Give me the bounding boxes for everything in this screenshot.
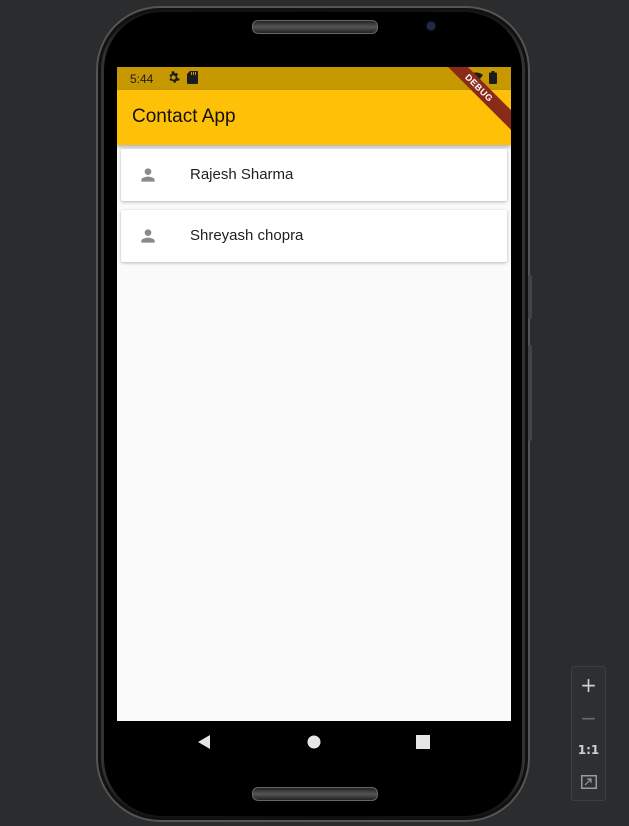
actual-size-button[interactable]: 1:1: [572, 733, 605, 766]
fit-screen-button[interactable]: [572, 765, 605, 798]
back-button[interactable]: [174, 721, 234, 768]
device-screen: 5:44 Contact App DEBUG Rajesh Sharma Shr…: [117, 67, 511, 768]
person-icon: [138, 226, 158, 246]
bottom-speaker: [252, 787, 378, 801]
volume-button[interactable]: [528, 275, 532, 319]
top-speaker: [252, 20, 378, 34]
gear-icon: [167, 71, 180, 87]
home-button[interactable]: [284, 721, 344, 768]
contact-name: Rajesh Sharma: [190, 166, 294, 183]
person-icon: [138, 165, 158, 185]
recents-button[interactable]: [393, 721, 453, 768]
front-camera: [427, 22, 435, 30]
battery-icon: [489, 71, 497, 87]
navigation-bar: [117, 721, 511, 768]
contact-card[interactable]: Shreyash chopra: [121, 210, 507, 262]
power-button[interactable]: [528, 345, 532, 441]
home-icon: [307, 735, 321, 754]
zoom-out-button[interactable]: −: [572, 701, 605, 734]
zoom-controls: + − 1:1: [571, 666, 606, 801]
app-bar: Contact App: [117, 90, 511, 145]
contact-list: Rajesh Sharma Shreyash chopra: [121, 149, 507, 271]
sd-card-icon: [187, 71, 198, 87]
contact-card[interactable]: Rajesh Sharma: [121, 149, 507, 201]
zoom-in-button[interactable]: +: [572, 668, 605, 701]
fit-screen-icon: [580, 770, 597, 794]
contact-name: Shreyash chopra: [190, 227, 304, 244]
status-time: 5:44: [130, 72, 154, 86]
back-icon: [196, 734, 212, 755]
app-title: Contact App: [132, 106, 236, 127]
recents-icon: [416, 735, 430, 754]
